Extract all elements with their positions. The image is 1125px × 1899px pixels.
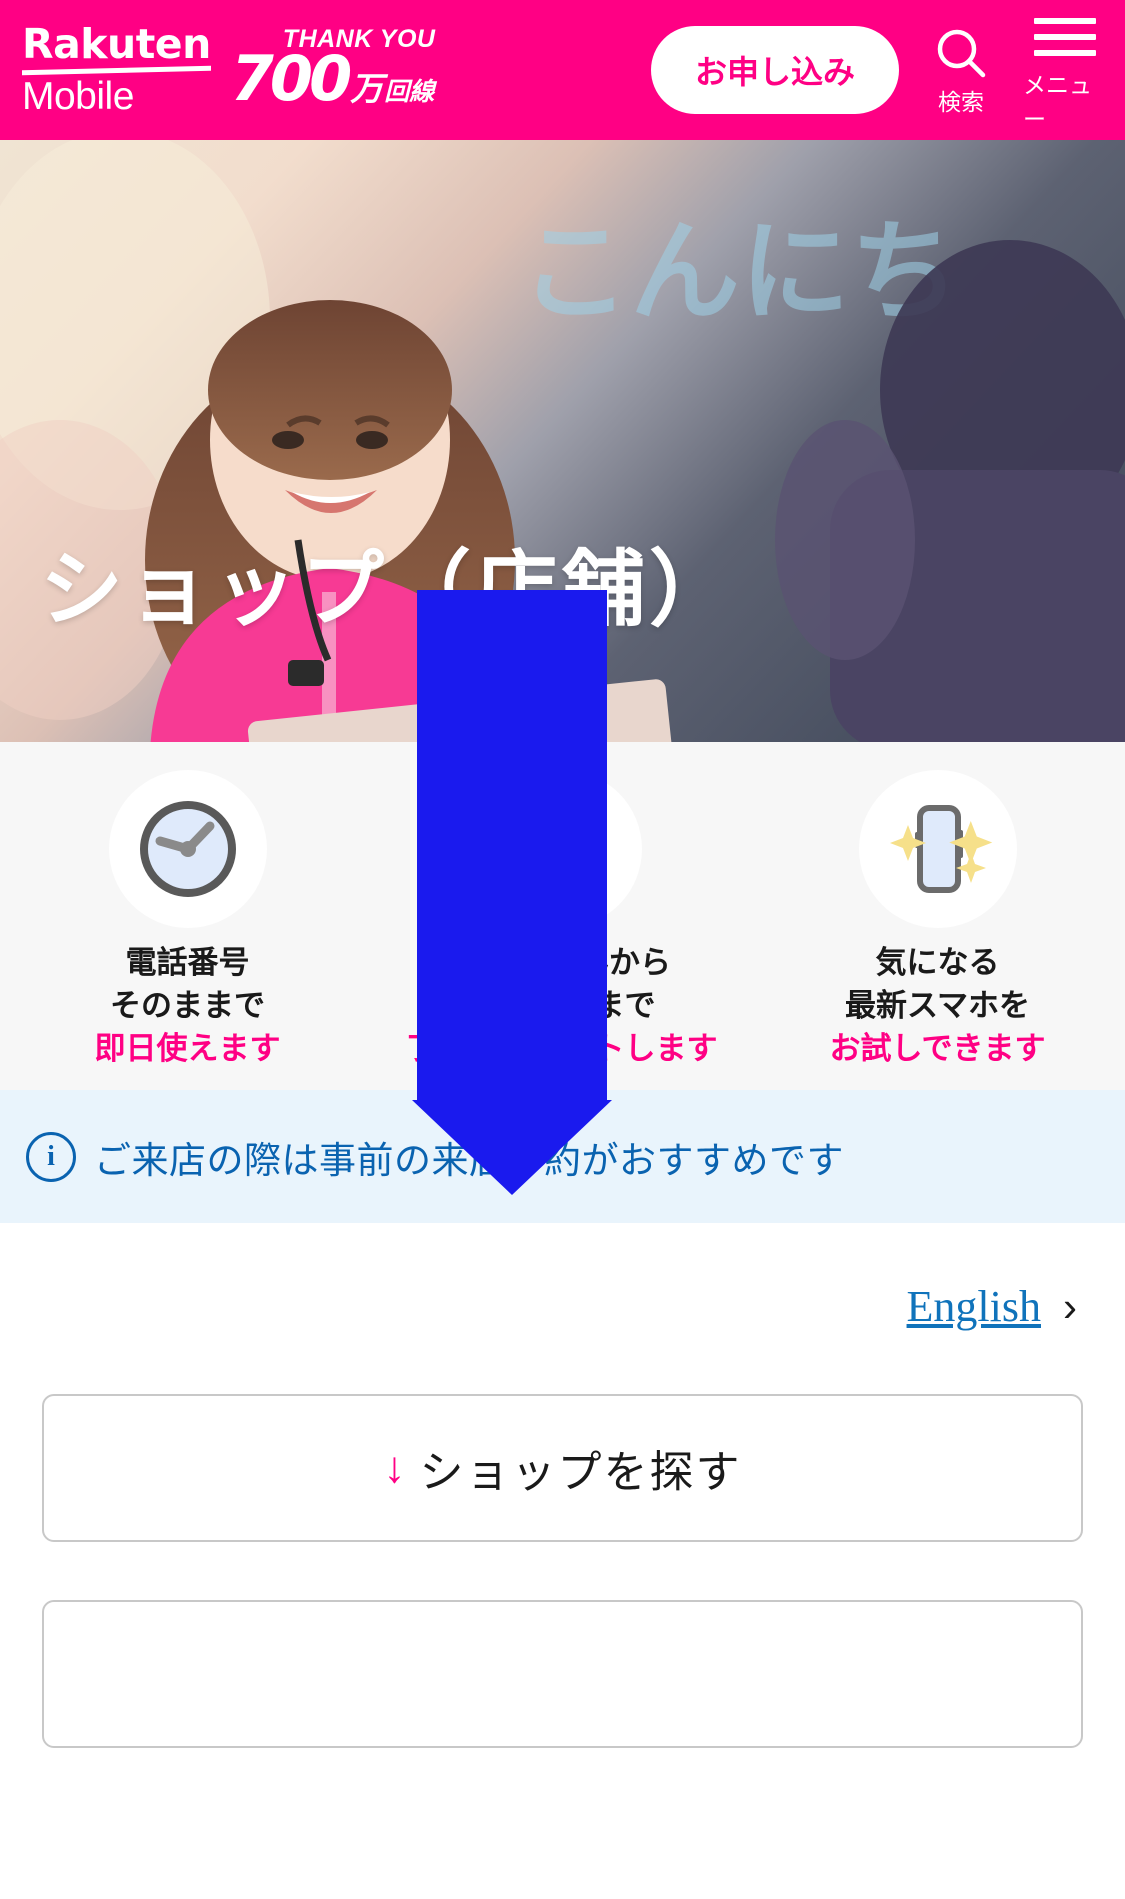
smartphone-sparkle-icon bbox=[858, 770, 1017, 928]
chevron-right-icon: › bbox=[1063, 1282, 1077, 1330]
secondary-cta-button[interactable] bbox=[42, 1600, 1083, 1748]
english-link[interactable]: English bbox=[907, 1281, 1041, 1332]
header-actions: お申し込み 検索 メニュー bbox=[650, 6, 1107, 134]
feature-item-latest-phone: 気になる 最新スマホを お試しできます bbox=[750, 770, 1125, 1070]
hamburger-menu-icon bbox=[1034, 6, 1096, 68]
feature-line-2: 初期設定まで bbox=[469, 987, 656, 1023]
staff-person-icon bbox=[483, 770, 642, 928]
feature-line-2: 最新スマホを bbox=[844, 987, 1031, 1023]
feature-line-2: そのままで bbox=[110, 987, 265, 1023]
info-banner-text: ご来店の際は事前の来店予約がおすすめです bbox=[94, 1139, 844, 1181]
campaign-man-unit: 万 bbox=[350, 69, 384, 107]
menu-label: メニュー bbox=[1023, 72, 1092, 132]
feature-item-support: お申し込みから 初期設定まで 丁寧にサポートします bbox=[375, 770, 750, 1070]
campaign-count-row: 700 万 回線 bbox=[230, 41, 435, 115]
page-title: ショップ（店舗） bbox=[40, 541, 736, 638]
campaign-badge: THANK YOU 700 万 回線 bbox=[230, 26, 436, 115]
info-circle-icon: i bbox=[26, 1131, 76, 1182]
clock-icon bbox=[108, 770, 267, 928]
feature-line-1: 気になる bbox=[875, 945, 1000, 980]
down-arrow-icon: ↓ bbox=[383, 1443, 406, 1492]
hero-banner: こんにち ショップ（店舗） bbox=[0, 140, 1125, 742]
site-header: Rakuten Mobile THANK YOU 700 万 回線 お申し込み … bbox=[0, 0, 1125, 140]
feature-line-3: お試しできます bbox=[829, 1030, 1046, 1066]
find-shop-button[interactable]: ↓ ショップを探す bbox=[42, 1394, 1083, 1542]
feature-line-1: 電話番号 bbox=[125, 945, 250, 980]
feature-item-phone-number: 電話番号 そのままで 即日使えます bbox=[0, 770, 375, 1070]
search-button[interactable]: 検索 bbox=[919, 23, 1003, 117]
feature-line-1: お申し込みから bbox=[454, 945, 671, 980]
rakuten-mobile-logo[interactable]: Rakuten Mobile bbox=[22, 24, 211, 116]
language-switch-row: English › bbox=[0, 1223, 1125, 1332]
campaign-number: 700 bbox=[230, 41, 352, 115]
brand-name-mobile: Mobile bbox=[22, 75, 134, 118]
feature-line-3: 即日使えます bbox=[94, 1030, 281, 1066]
hero-photo: こんにち bbox=[0, 140, 1125, 742]
hamburger-bars bbox=[1034, 8, 1096, 66]
campaign-kaisen-unit: 回線 bbox=[384, 77, 435, 106]
cta-button-group: ↓ ショップを探す bbox=[0, 1332, 1125, 1748]
search-icon bbox=[932, 23, 990, 85]
menu-button[interactable]: メニュー bbox=[1023, 6, 1107, 134]
feature-highlights: 電話番号 そのままで 即日使えます お申し込みから 初期設定まで 丁寧にサポート… bbox=[0, 742, 1125, 1090]
brand-logo-group[interactable]: Rakuten Mobile THANK YOU 700 万 回線 bbox=[22, 24, 435, 116]
apply-button[interactable]: お申し込み bbox=[650, 26, 899, 114]
feature-line-3: 丁寧にサポートします bbox=[407, 1030, 718, 1066]
svg-text:こんにち: こんにち bbox=[520, 208, 960, 336]
search-label: 検索 bbox=[938, 89, 984, 115]
reservation-info-banner[interactable]: i ご来店の際は事前の来店予約がおすすめです bbox=[0, 1090, 1125, 1223]
brand-name-rakuten: Rakuten bbox=[22, 20, 211, 68]
find-shop-label: ショップを探す bbox=[419, 1448, 742, 1497]
